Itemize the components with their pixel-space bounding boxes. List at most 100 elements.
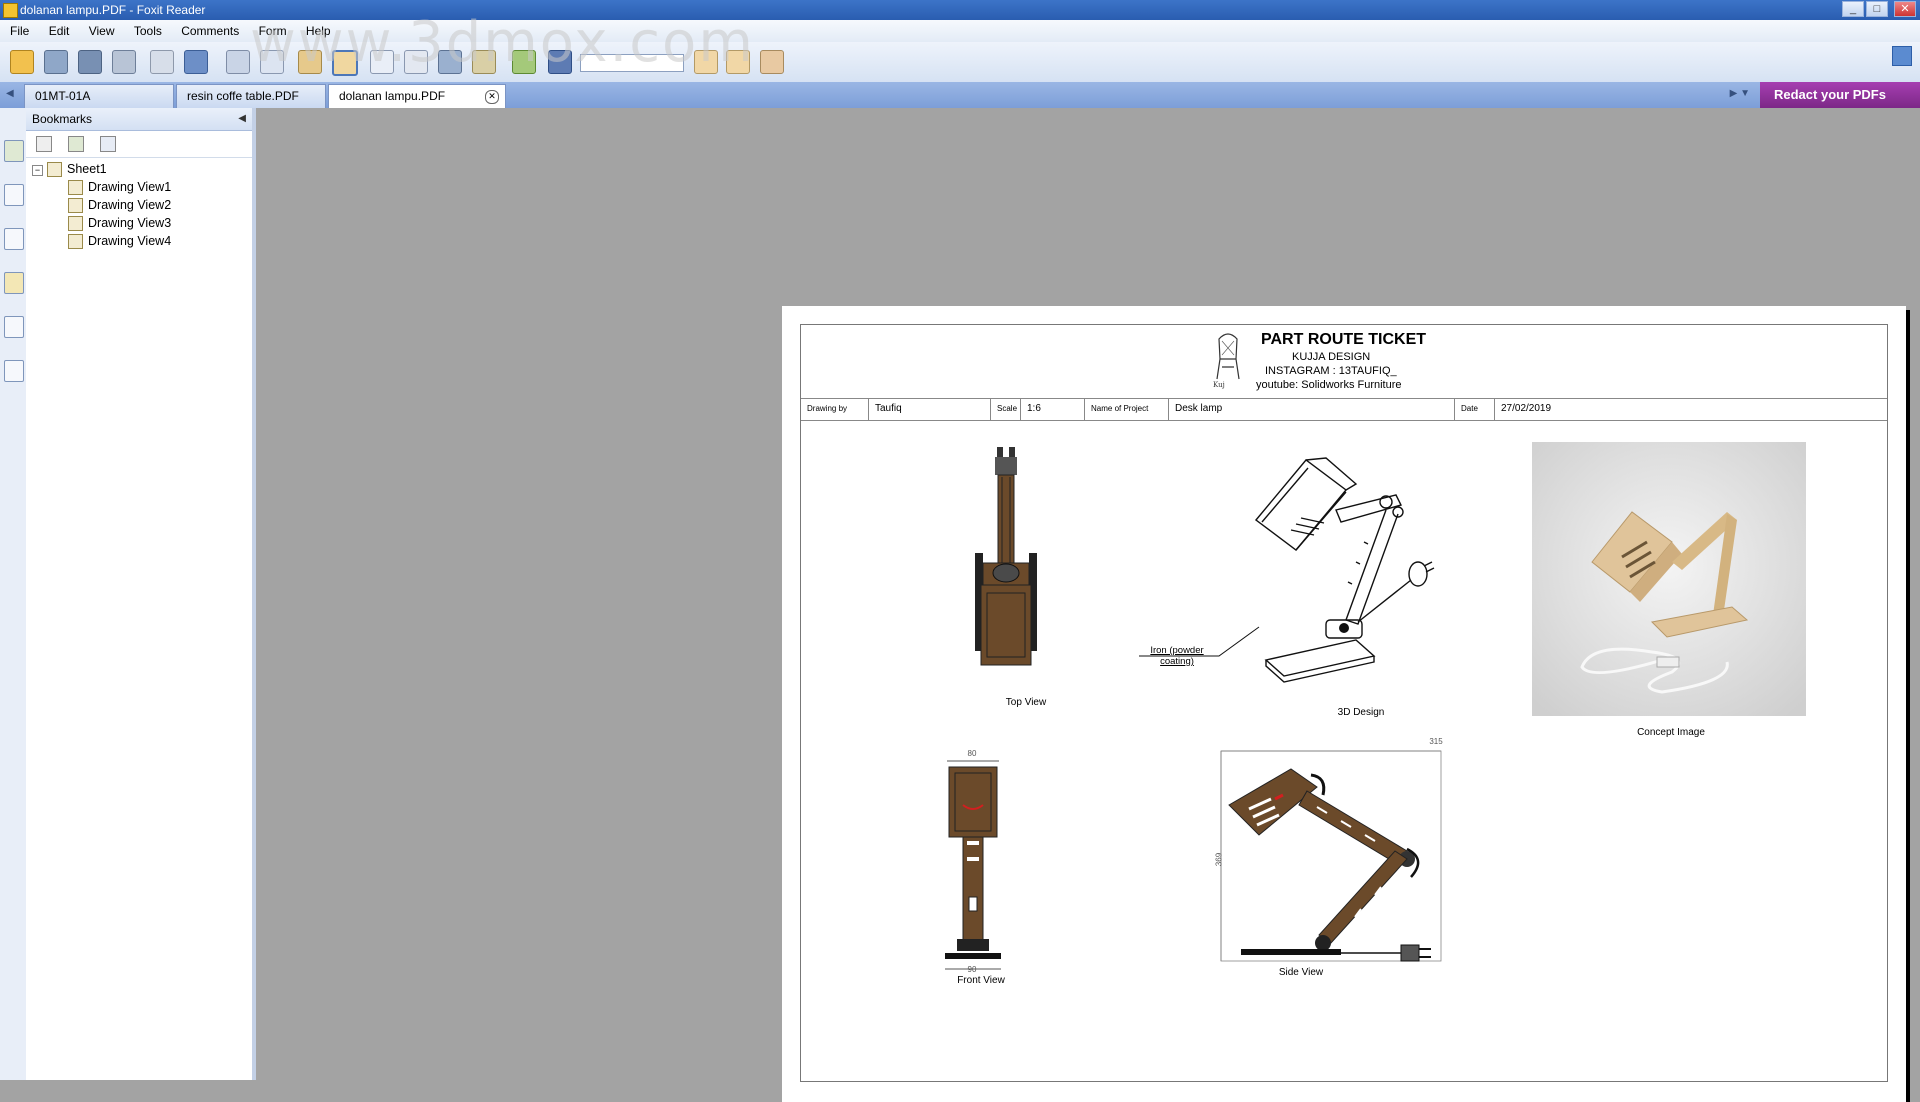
properties-icon[interactable] <box>150 50 174 74</box>
menu-view[interactable]: View <box>89 24 115 38</box>
scale-value: 1:6 <box>1021 398 1085 420</box>
close-window-button[interactable]: ✕ <box>1894 1 1916 17</box>
tree-item-label: Drawing View2 <box>88 198 172 212</box>
rotate-icon[interactable] <box>298 50 322 74</box>
search-input[interactable] <box>580 54 684 72</box>
drawing-by-label: Drawing by <box>801 398 869 420</box>
youtube-channel: youtube: Solidworks Furniture <box>1256 379 1402 391</box>
tree-item[interactable]: Drawing View2 <box>68 196 171 214</box>
side-view-caption: Side View <box>1278 967 1324 978</box>
tree-root[interactable]: − Sheet1 <box>32 160 107 178</box>
fit-page-icon[interactable] <box>226 50 250 74</box>
tree-collapse-icon[interactable]: − <box>32 165 43 176</box>
close-tab-icon[interactable]: ✕ <box>485 90 499 104</box>
menu-edit[interactable]: Edit <box>49 24 70 38</box>
top-view-drawing <box>975 447 1037 666</box>
pages-panel-icon[interactable] <box>4 184 24 206</box>
tree-item[interactable]: Drawing View3 <box>68 214 171 232</box>
zoom-icon[interactable] <box>512 50 536 74</box>
snapshot-icon[interactable] <box>438 50 462 74</box>
tab-scroll-right-icon[interactable]: ▶ ▼ <box>1730 88 1750 99</box>
project-label: Name of Project <box>1085 398 1169 420</box>
tree-item-label: Drawing View4 <box>88 234 172 248</box>
typewriter-icon[interactable] <box>472 50 496 74</box>
toolbar <box>0 42 1920 83</box>
front-view-drawing <box>945 760 1001 970</box>
app-icon <box>3 3 18 18</box>
company-name: KUJJA DESIGN <box>1292 351 1371 363</box>
tree-item[interactable]: Drawing View4 <box>68 232 171 250</box>
side-view-drawing <box>1220 750 1442 962</box>
find-icon[interactable] <box>548 50 572 74</box>
delete-bookmark-icon[interactable] <box>36 136 52 152</box>
project-value: Desk lamp <box>1169 398 1455 420</box>
menu-help[interactable]: Help <box>306 24 331 38</box>
front-base-dimension: 90 <box>967 965 977 974</box>
next-result-icon[interactable] <box>726 50 750 74</box>
tab-label: dolanan lampu.PDF <box>339 89 446 103</box>
top-view-caption: Top View <box>1005 697 1047 708</box>
minimize-button[interactable]: _ <box>1842 1 1864 17</box>
redact-promo-button[interactable]: Redact your PDFs <box>1760 82 1920 108</box>
collapse-panel-icon[interactable]: ◀ <box>238 108 246 130</box>
svg-text:Kuj: Kuj <box>1213 381 1225 389</box>
kujja-logo: Kuj <box>1213 333 1240 389</box>
bookmarks-panel: Bookmarks ◀ − Sheet1 Drawing View1 Drawin… <box>26 108 256 1080</box>
view-icon <box>68 216 83 232</box>
attachments-panel-icon[interactable] <box>4 316 24 338</box>
bookmark-options-icon[interactable] <box>100 136 116 152</box>
layers-panel-icon[interactable] <box>4 228 24 250</box>
concept-caption: Concept Image <box>1637 727 1705 738</box>
tab-sideboard[interactable]: 01MT-01A SIDEBOARD.pdf <box>24 84 174 125</box>
bookmarks-title: Bookmarks <box>32 112 93 126</box>
print-icon[interactable] <box>112 50 136 74</box>
ticket-title: PART ROUTE TICKET <box>1261 331 1427 348</box>
save-as-icon[interactable] <box>78 50 102 74</box>
tree-item-label: Drawing View3 <box>88 216 172 230</box>
tree-item[interactable]: Drawing View1 <box>68 178 171 196</box>
maximize-button[interactable]: □ <box>1866 1 1888 17</box>
save-icon[interactable] <box>44 50 68 74</box>
signatures-panel-icon[interactable] <box>4 360 24 382</box>
concept-image <box>1532 442 1806 716</box>
bookmarks-toolbar <box>26 131 252 158</box>
export-icon[interactable] <box>184 50 208 74</box>
iron-annotation: Iron (powder coating) <box>1150 645 1204 667</box>
search-options-icon[interactable] <box>760 50 784 74</box>
tab-bar: ◀ 01MT-01A SIDEBOARD.pdf resin coffe tab… <box>0 82 1920 125</box>
document-area[interactable]: Kuj PART ROUTE TICKET KUJJA DESIGN INSTA… <box>256 108 1920 1102</box>
front-view-caption: Front View <box>957 975 1005 986</box>
date-label: Date <box>1455 398 1495 420</box>
fit-width-icon[interactable] <box>260 50 284 74</box>
text-select-icon[interactable] <box>404 50 428 74</box>
sheet-icon <box>47 162 62 178</box>
open-icon[interactable] <box>10 50 34 74</box>
hand-tool-icon[interactable] <box>332 50 358 76</box>
expand-bookmark-icon[interactable] <box>68 136 84 152</box>
expand-icon[interactable] <box>1892 46 1912 66</box>
comments-panel-icon[interactable] <box>4 272 24 294</box>
tab-scroll-left-icon[interactable]: ◀ <box>6 88 14 99</box>
menu-form[interactable]: Form <box>259 24 287 38</box>
menu-file[interactable]: File <box>10 24 29 38</box>
date-value: 27/02/2019 <box>1501 403 1552 414</box>
instagram-handle: INSTAGRAM : 13TAUFIQ_ <box>1265 365 1397 377</box>
view-icon <box>68 198 83 214</box>
tree-root-label: Sheet1 <box>67 162 107 176</box>
menu-bar: File Edit View Tools Comments Form Help <box>0 20 1920 42</box>
bookmarks-panel-icon[interactable] <box>4 140 24 162</box>
tree-item-label: Drawing View1 <box>88 180 172 194</box>
menu-comments[interactable]: Comments <box>181 24 239 38</box>
bookmarks-header: Bookmarks ◀ <box>26 108 252 131</box>
select-tool-icon[interactable] <box>370 50 394 74</box>
tab-resin-table[interactable]: resin coffe table.PDF <box>176 84 326 108</box>
side-width-dimension: 315 <box>1429 737 1443 746</box>
window-title: dolanan lampu.PDF - Foxit Reader <box>20 3 206 17</box>
side-height-dimension: 369 <box>1214 852 1224 867</box>
menu-tools[interactable]: Tools <box>134 24 162 38</box>
scale-label: Scale <box>991 398 1021 420</box>
tab-dolanan-lampu[interactable]: dolanan lampu.PDF ✕ <box>328 84 506 108</box>
title-bar: dolanan lampu.PDF - Foxit Reader _ □ ✕ <box>0 0 1920 20</box>
pdf-page: Kuj PART ROUTE TICKET KUJJA DESIGN INSTA… <box>782 306 1906 1102</box>
prev-result-icon[interactable] <box>694 50 718 74</box>
